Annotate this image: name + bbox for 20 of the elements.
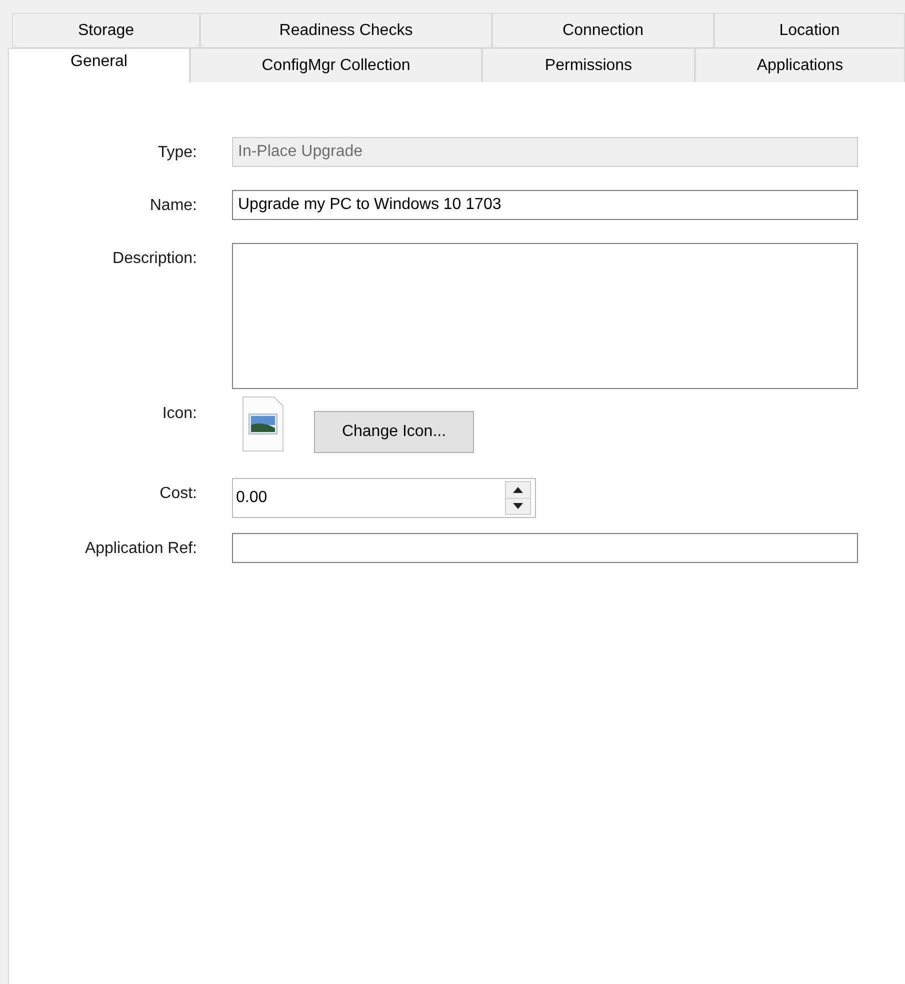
input-field[interactable]: Upgrade my PC to Windows 10 1703 [232, 190, 858, 220]
cost-spinner[interactable]: 0.00 [232, 478, 536, 518]
tab[interactable]: General [8, 48, 190, 83]
description-field[interactable] [232, 243, 858, 389]
image-file-icon [242, 396, 284, 452]
field-label: Name: [150, 197, 197, 214]
field-label: Application Ref: [84, 540, 197, 557]
tab[interactable]: ConfigMgr Collection [190, 48, 482, 83]
field-label: Type: [158, 144, 197, 161]
tab[interactable]: Storage [12, 13, 200, 48]
tab[interactable]: Connection [492, 13, 714, 48]
input-field[interactable] [232, 533, 858, 563]
tab[interactable]: Permissions [482, 48, 695, 83]
tab[interactable]: Location [714, 13, 905, 48]
field-label: Description: [112, 250, 197, 267]
field-label: Cost: [160, 485, 197, 502]
field-label: Icon: [162, 405, 197, 422]
change-icon-button[interactable]: Change Icon... [314, 411, 474, 453]
tab[interactable]: Applications [695, 48, 905, 83]
tab[interactable]: Readiness Checks [200, 13, 492, 48]
